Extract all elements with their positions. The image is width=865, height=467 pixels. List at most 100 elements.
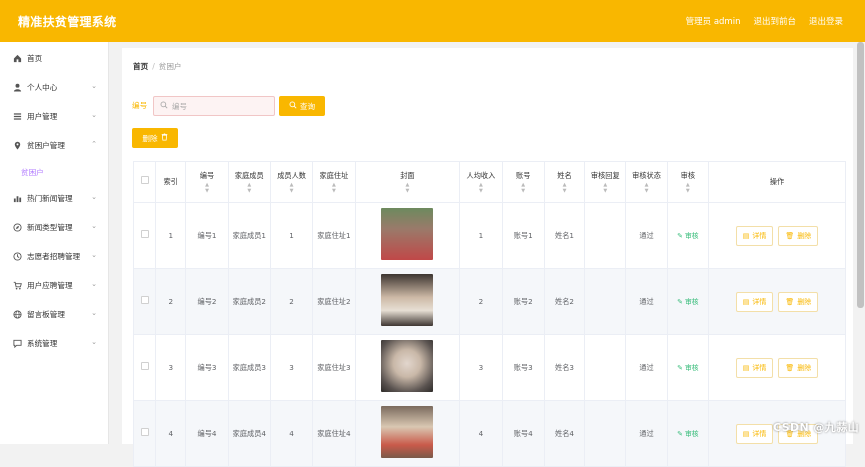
header-select-all[interactable] bbox=[132, 161, 157, 203]
header-income[interactable]: 人均收入 ▲ ▼ bbox=[459, 161, 503, 203]
sort-icon[interactable]: ▲ ▼ bbox=[273, 182, 310, 194]
delete-button[interactable]: 🗑 删除 bbox=[778, 357, 819, 378]
detail-button[interactable]: ▤ 详情 bbox=[735, 423, 774, 444]
row-select[interactable] bbox=[132, 202, 157, 269]
back-to-front-link[interactable]: 退出到前台 bbox=[753, 15, 796, 27]
detail-button[interactable]: ▤ 详情 bbox=[735, 225, 774, 246]
row-checkbox[interactable] bbox=[140, 361, 149, 370]
cell-income: 2 bbox=[459, 268, 503, 335]
cell-count: 3 bbox=[269, 334, 314, 401]
cell-account: 账号1 bbox=[501, 202, 545, 269]
row-checkbox[interactable] bbox=[140, 295, 149, 304]
admin-user-link[interactable]: 管理员 admin bbox=[686, 15, 741, 27]
cell-address: 家庭住址1 bbox=[312, 202, 356, 269]
globe-icon bbox=[12, 310, 22, 320]
header-account[interactable]: 账号 ▲ ▼ bbox=[501, 161, 545, 203]
trash-icon: 🗑 bbox=[785, 231, 795, 240]
trash-icon: 🗑 bbox=[785, 363, 795, 372]
cell-account: 账号4 bbox=[501, 400, 545, 467]
cell-member: 家庭成员3 bbox=[227, 334, 271, 401]
location-icon bbox=[12, 141, 22, 151]
edit-icon: ✎ bbox=[677, 231, 685, 240]
sort-icon[interactable]: ▲ ▼ bbox=[628, 182, 664, 194]
cell-income: 1 bbox=[459, 202, 503, 269]
header-code[interactable]: 编号 ▲ ▼ bbox=[185, 161, 229, 203]
sort-icon[interactable]: ▲ ▼ bbox=[358, 182, 458, 194]
page-scrollbar[interactable] bbox=[857, 42, 864, 308]
audit-link[interactable]: ✎ 审核 bbox=[677, 298, 698, 306]
header-name[interactable]: 姓名 ▲ ▼ bbox=[543, 161, 586, 203]
detail-label: 详情 bbox=[752, 231, 767, 240]
chevron-down-icon: ⌄ bbox=[91, 251, 97, 259]
cell-address: 家庭住址3 bbox=[312, 334, 356, 401]
search-input[interactable]: 编号 bbox=[153, 96, 275, 116]
header-member[interactable]: 家庭成员 ▲ ▼ bbox=[227, 161, 271, 203]
breadcrumb-home[interactable]: 首页 bbox=[133, 62, 148, 71]
row-checkbox[interactable] bbox=[140, 229, 149, 238]
chevron-down-icon: ⌄ bbox=[91, 222, 97, 230]
delete-button[interactable]: 🗑 删除 bbox=[778, 225, 819, 246]
header-actions: 操作 bbox=[707, 161, 847, 203]
header-status[interactable]: 审核状态 ▲ ▼ bbox=[625, 161, 668, 203]
sort-icon[interactable]: ▲ ▼ bbox=[188, 182, 225, 194]
sort-icon[interactable]: ▲ ▼ bbox=[587, 182, 623, 194]
row-select[interactable] bbox=[132, 400, 157, 467]
sort-icon[interactable]: ▲ ▼ bbox=[462, 182, 499, 194]
document-icon: ▤ bbox=[742, 363, 750, 372]
cell-status: 通过 bbox=[625, 268, 668, 335]
trash-icon bbox=[161, 133, 168, 143]
cell-audit: ✎ 审核 bbox=[666, 334, 709, 401]
sidebar-item-news-type[interactable]: 新闻类型管理 ⌄ bbox=[0, 213, 108, 242]
cell-actions: ▤ 详情 🗑 删除 bbox=[707, 202, 847, 269]
sort-icon[interactable]: ▲ ▼ bbox=[547, 182, 582, 194]
sidebar-item-system[interactable]: 系统管理 ⌄ bbox=[0, 329, 108, 358]
cell-actions: ▤ 详情 🗑 删除 bbox=[707, 334, 847, 401]
sidebar-item-users[interactable]: 用户管理 ⌄ bbox=[0, 102, 108, 131]
sidebar-item-message-board[interactable]: 留言板管理 ⌄ bbox=[0, 300, 108, 329]
audit-link[interactable]: ✎ 审核 bbox=[677, 364, 698, 372]
breadcrumb: 首页 / 贫困户 bbox=[133, 61, 182, 72]
cell-code: 编号1 bbox=[185, 202, 229, 269]
audit-link[interactable]: ✎ 审核 bbox=[677, 232, 698, 240]
sidebar-item-user-application[interactable]: 用户应聘管理 ⌄ bbox=[0, 271, 108, 300]
row-select[interactable] bbox=[132, 334, 157, 401]
header-reply[interactable]: 审核回复 ▲ ▼ bbox=[584, 161, 627, 203]
sidebar-item-profile[interactable]: 个人中心 ⌄ bbox=[0, 73, 108, 102]
sort-icon[interactable]: ▲ ▼ bbox=[505, 182, 542, 194]
delete-button[interactable]: 🗑 删除 bbox=[778, 291, 819, 312]
header-address[interactable]: 家庭住址 ▲ ▼ bbox=[312, 161, 356, 203]
breadcrumb-current: 贫困户 bbox=[158, 62, 182, 71]
sidebar-item-home[interactable]: 首页 bbox=[0, 44, 108, 73]
sidebar-item-label: 留言板管理 bbox=[27, 310, 65, 319]
audit-label: 审核 bbox=[684, 363, 699, 372]
header-cover[interactable]: 封面 ▲ ▼ bbox=[354, 161, 461, 203]
search-label: 编号 bbox=[132, 101, 148, 110]
search-button[interactable]: 查询 bbox=[279, 96, 325, 116]
row-select[interactable] bbox=[132, 268, 157, 335]
header-audit[interactable]: 审核 ▲ ▼ bbox=[666, 161, 709, 203]
audit-link[interactable]: ✎ 审核 bbox=[677, 430, 698, 438]
cell-cover bbox=[354, 334, 461, 401]
detail-button[interactable]: ▤ 详情 bbox=[735, 357, 774, 378]
sidebar-item-poor-households[interactable]: 贫困户管理 ⌃ bbox=[0, 131, 108, 160]
sort-icon[interactable]: ▲ ▼ bbox=[315, 182, 352, 194]
detail-button[interactable]: ▤ 详情 bbox=[735, 291, 774, 312]
document-icon: ▤ bbox=[742, 429, 750, 438]
sidebar-item-volunteer-recruit[interactable]: 志愿者招聘管理 ⌄ bbox=[0, 242, 108, 271]
select-all-checkbox[interactable] bbox=[140, 176, 149, 184]
breadcrumb-separator: / bbox=[152, 62, 155, 71]
row-checkbox[interactable] bbox=[140, 427, 149, 436]
sort-icon[interactable]: ▲ ▼ bbox=[670, 182, 706, 194]
logout-link[interactable]: 退出登录 bbox=[809, 15, 843, 27]
header-count[interactable]: 成员人数 ▲ ▼ bbox=[269, 161, 314, 203]
chat-icon bbox=[12, 339, 22, 349]
sidebar-subitem-poor-household[interactable]: 贫困户 bbox=[0, 160, 108, 184]
header-label: 家庭成员 bbox=[234, 171, 264, 180]
edit-icon: ✎ bbox=[677, 429, 685, 438]
sort-icon[interactable]: ▲ ▼ bbox=[231, 182, 268, 194]
cell-status: 通过 bbox=[625, 400, 668, 467]
batch-delete-button[interactable]: 删除 bbox=[132, 128, 178, 148]
sidebar-item-hot-news[interactable]: 热门新闻管理 ⌄ bbox=[0, 184, 108, 213]
audit-label: 审核 bbox=[684, 231, 699, 240]
header-label: 审核状态 bbox=[632, 171, 661, 180]
